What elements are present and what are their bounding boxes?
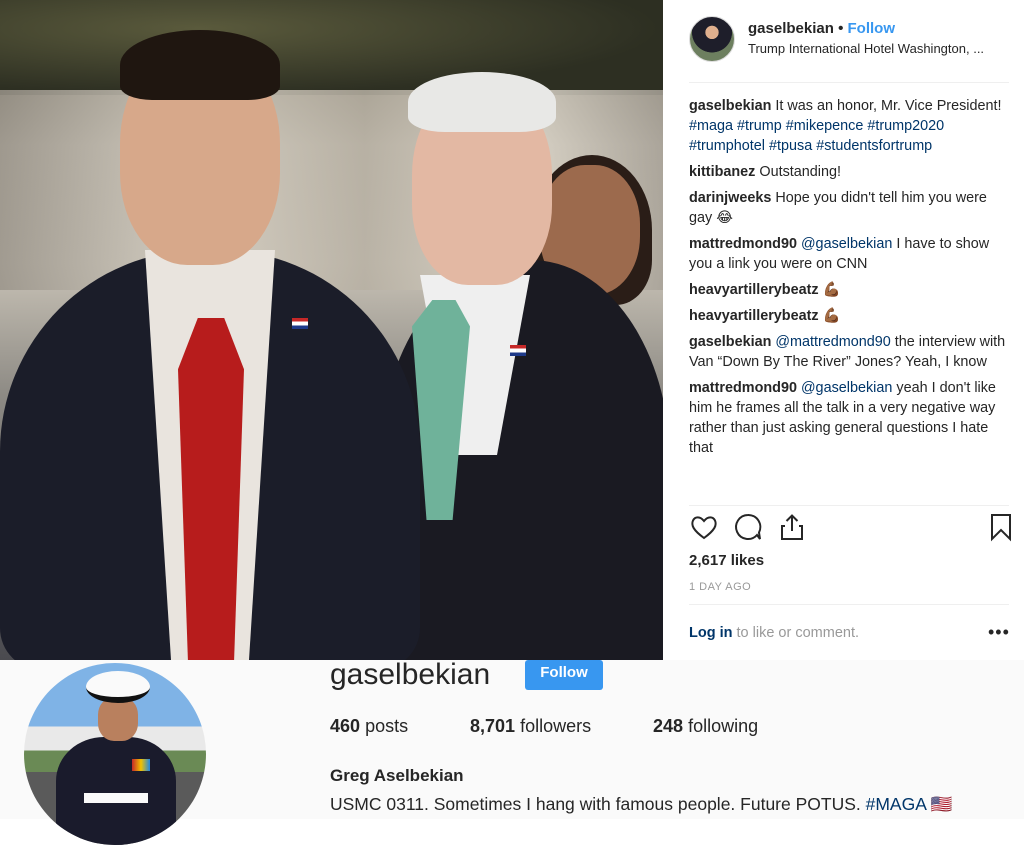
separator-dot: • [838,20,844,37]
divider [689,604,1009,605]
avatar-medals [132,759,150,771]
comment-user[interactable]: heavyartillerybeatz [689,282,819,298]
comment-text: 💪🏾 [822,308,841,324]
comment-user[interactable]: heavyartillerybeatz [689,308,819,324]
post-actions [689,512,1011,546]
comment-mention[interactable]: @gaselbekian [801,380,892,396]
share-icon[interactable] [777,512,807,542]
follow-link[interactable]: Follow [848,20,896,37]
photo-hair-right [408,72,556,132]
profile-bio: USMC 0311. Sometimes I hang with famous … [330,794,953,815]
followers-label: followers [520,716,592,736]
comment-text: 💪🏾 [822,282,841,298]
post-header: gaselbekian • Follow Trump International… [689,16,1009,66]
post-username[interactable]: gaselbekian [748,20,834,37]
comment-item: mattredmond90 @gaselbekian yeah I don't … [689,378,1011,458]
posts-stat: 460 posts [330,716,408,737]
avatar-face [98,697,138,741]
flag-pin-icon [510,345,526,356]
bookmark-icon[interactable] [986,512,1016,542]
comment-text: It was an honor, Mr. Vice President! [775,98,1002,114]
divider [689,505,1009,506]
profile-username: gaselbekian [330,658,491,691]
comment-user[interactable]: gaselbekian [689,334,771,350]
divider [689,82,1009,83]
comment-item: heavyartillerybeatz 💪🏾 [689,306,1011,326]
comment-user[interactable]: darinjweeks [689,190,771,206]
comments-list[interactable]: gaselbekian It was an honor, Mr. Vice Pr… [689,96,1011,504]
login-prompt: Log in to like or comment. [689,625,859,641]
profile-header: gaselbekian Follow 460 posts 8,701 follo… [0,658,1024,845]
posts-count: 460 [330,716,361,736]
comment-user[interactable]: kittibanez [689,164,755,180]
comment-user[interactable]: mattredmond90 [689,380,797,396]
comment-hashtags[interactable]: #maga #trump #mikepence #trump2020 #trum… [689,118,944,154]
comment-item: gaselbekian @mattredmond90 the interview… [689,332,1011,372]
comment-item: darinjweeks Hope you didn't tell him you… [689,188,1011,228]
following-count: 248 [653,716,684,736]
flag-pin-icon [292,318,308,329]
following-stat[interactable]: 248 following [653,716,758,737]
following-label: following [688,716,759,736]
bio-hashtag[interactable]: #MAGA [866,794,926,814]
photo-red-tie [178,318,244,660]
post-timestamp[interactable]: 1 DAY AGO [689,581,751,593]
post-photo[interactable] [0,0,663,660]
avatar-uniform [56,737,176,845]
us-flag-icon: 🇺🇸 [930,794,953,814]
followers-count: 8,701 [470,716,516,736]
followers-stat[interactable]: 8,701 followers [470,716,591,737]
comment-text: Outstanding! [759,164,841,180]
photo-ceiling [0,0,663,95]
comment-item: mattredmond90 @gaselbekian I have to sho… [689,234,1011,274]
likes-count[interactable]: 2,617 likes [689,552,764,569]
bio-text: USMC 0311. Sometimes I hang with famous … [330,794,866,814]
posts-label: posts [365,716,409,736]
comment-item: heavyartillerybeatz 💪🏾 [689,280,1011,300]
avatar-belt [84,793,148,803]
comment-user[interactable]: gaselbekian [689,98,771,114]
post-location[interactable]: Trump International Hotel Washington, ..… [748,41,984,56]
heart-icon[interactable] [689,512,719,542]
profile-avatar[interactable] [24,663,206,845]
comment-item: kittibanez Outstanding! [689,162,1011,182]
comment-mention[interactable]: @mattredmond90 [775,334,890,350]
login-link[interactable]: Log in [689,625,733,641]
comment-icon[interactable] [733,512,763,542]
comment-mention[interactable]: @gaselbekian [801,236,892,252]
post-side-panel: gaselbekian • Follow Trump International… [663,0,1024,660]
login-text: to like or comment. [732,625,860,641]
avatar[interactable] [689,16,735,62]
profile-full-name: Greg Aselbekian [330,766,464,785]
comment-user[interactable]: mattredmond90 [689,236,797,252]
follow-button[interactable]: Follow [525,660,603,690]
comment-item: gaselbekian It was an honor, Mr. Vice Pr… [689,96,1011,156]
photo-hair-left [120,30,280,100]
more-options-icon[interactable]: ••• [988,622,1010,643]
avatar-cap [86,671,150,703]
